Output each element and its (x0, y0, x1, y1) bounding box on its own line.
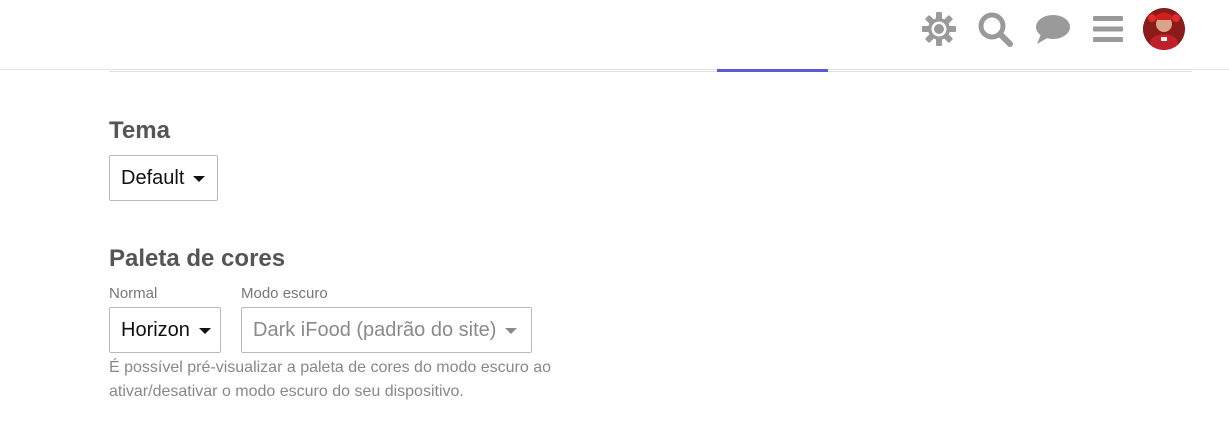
dark-palette-label: Modo escuro (241, 285, 328, 302)
dark-palette-select[interactable]: Dark iFood (padrão do site) (241, 307, 532, 353)
normal-palette-value: Horizon (121, 318, 190, 341)
hamburger-menu-icon[interactable] (1088, 9, 1128, 49)
palette-title: Paleta de cores (109, 245, 286, 272)
search-icon[interactable] (975, 9, 1015, 49)
top-header (0, 0, 1229, 70)
chat-icon[interactable] (1032, 9, 1072, 49)
tab-underline (109, 71, 1192, 72)
palette-help-text: É possível pré-visualizar a paleta de co… (109, 359, 552, 400)
avatar[interactable] (1143, 8, 1185, 50)
dark-palette-value: Dark iFood (padrão do site) (253, 318, 497, 341)
normal-palette-select[interactable]: Horizon (109, 307, 221, 353)
theme-select-value: Default (121, 166, 185, 189)
gear-icon[interactable] (919, 9, 959, 49)
active-tab-indicator (717, 69, 828, 72)
caret-down-icon (193, 176, 206, 182)
caret-down-icon (198, 328, 211, 334)
theme-title: Tema (109, 117, 170, 144)
theme-select[interactable]: Default (109, 155, 218, 201)
normal-palette-label: Normal (109, 285, 158, 302)
caret-down-icon (505, 328, 518, 334)
